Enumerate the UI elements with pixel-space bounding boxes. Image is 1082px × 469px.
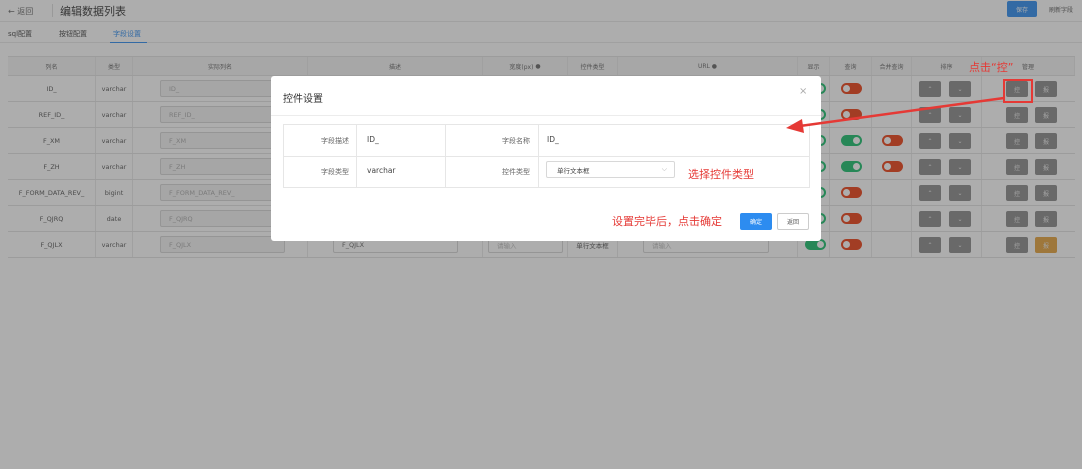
- select-hint-annotation: 选择控件类型: [688, 168, 754, 181]
- confirm-hint-annotation: 设置完毕后，点击确定: [612, 215, 722, 228]
- annotation-arrow: [786, 96, 1005, 133]
- click-hint-annotation: 点击“控”: [969, 61, 1014, 74]
